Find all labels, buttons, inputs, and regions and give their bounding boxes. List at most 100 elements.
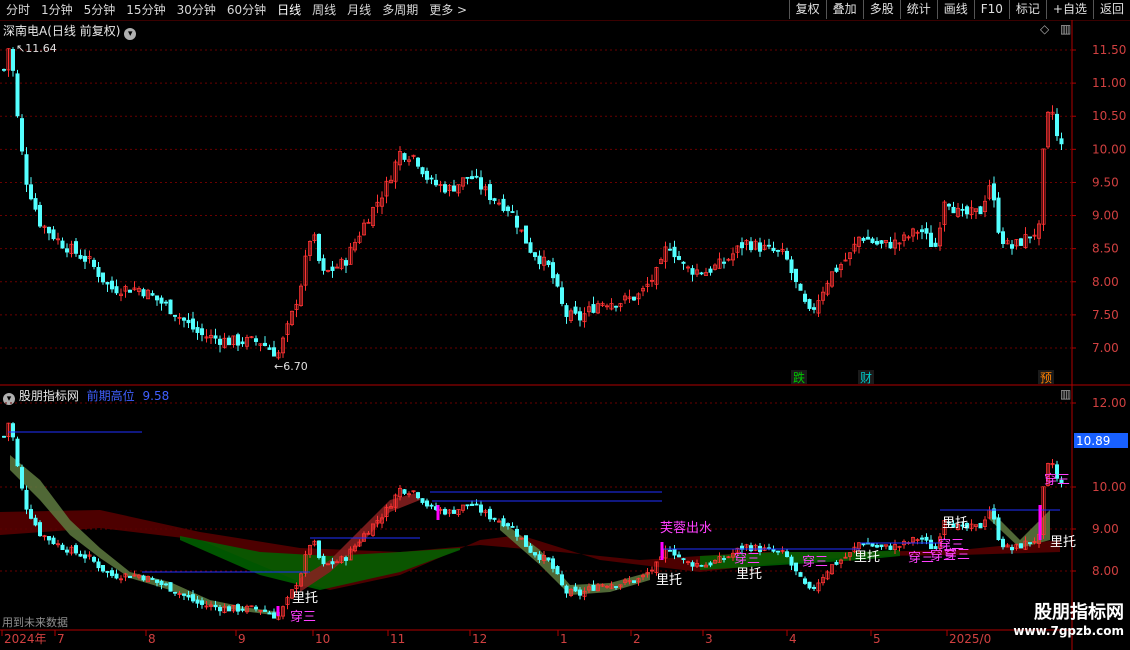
- price-candle: [951, 206, 956, 214]
- indicator-candle: [127, 575, 132, 579]
- price-candle: [591, 304, 596, 313]
- indicator-candle: [235, 604, 240, 612]
- indicator-candle: [429, 504, 434, 507]
- indicator-candle: [141, 575, 146, 581]
- indicator-candle: [330, 561, 335, 565]
- signal-label: 穿三: [290, 609, 316, 625]
- price-candle: [478, 177, 483, 190]
- price-candle: [195, 327, 200, 333]
- price-candle: [1001, 231, 1006, 245]
- price-candle: [10, 48, 15, 71]
- price-candle: [424, 170, 429, 180]
- indicator-candle: [226, 606, 231, 612]
- signal-label: 里托: [1050, 535, 1076, 550]
- price-candle: [555, 274, 560, 287]
- indicator-candle: [546, 557, 551, 561]
- price-candle: [776, 250, 781, 252]
- price-candle: [190, 318, 195, 330]
- indicator-candle: [38, 522, 43, 537]
- indicator-candle: [510, 526, 515, 528]
- future-data-note: 用到未来数据: [2, 615, 68, 629]
- indicator-candle: [749, 545, 754, 552]
- time-axis-label: 3: [705, 632, 713, 646]
- price-candle: [978, 206, 983, 215]
- indicator-candle: [262, 609, 267, 612]
- price-candle: [960, 208, 965, 211]
- price-candle: [114, 286, 119, 294]
- price-candle: [19, 118, 24, 152]
- price-candle: [267, 347, 272, 350]
- signal-label: 里托: [656, 573, 682, 588]
- indicator-candle: [834, 561, 839, 565]
- indicator-candle: [524, 535, 529, 547]
- indicator-candle: [803, 578, 808, 584]
- indicator-candle: [47, 536, 52, 541]
- time-axis-label: 1: [560, 632, 568, 646]
- price-candle: [551, 262, 556, 279]
- indicator-candle: [65, 549, 70, 553]
- indicator-candle: [172, 591, 177, 594]
- indicator-candle: [879, 544, 884, 548]
- event-label: 跌: [793, 370, 805, 385]
- indicator-candle: [515, 528, 520, 537]
- indicator-candle: [92, 556, 97, 562]
- price-candle: [573, 306, 578, 314]
- indicator-candle: [578, 589, 583, 596]
- indicator-candle: [474, 503, 479, 506]
- indicator-candle: [690, 562, 695, 567]
- chart-canvas[interactable]: 11.50 11.00 10.50 10.00 9.50 9.00 8.50 8.00 7.50…: [0, 0, 1130, 650]
- indicator-candle: [442, 508, 447, 515]
- price-candle: [677, 256, 682, 260]
- price-candle: [51, 229, 56, 240]
- price-candle: [451, 185, 456, 192]
- price-candle: [798, 283, 803, 291]
- price-candle: [501, 198, 506, 211]
- indicator-candle: [487, 508, 492, 520]
- time-axis-label: 4: [789, 632, 797, 646]
- price-candle: [699, 272, 704, 275]
- signal-label: 穿三: [938, 537, 964, 553]
- price-candle: [1028, 236, 1033, 239]
- signal-label: 穿三: [734, 551, 760, 567]
- indicator-candle: [492, 517, 497, 520]
- indicator-candle: [240, 608, 245, 611]
- price-candle: [65, 248, 70, 253]
- indicator-candle: [798, 572, 803, 577]
- indicator-candle: [114, 573, 119, 579]
- price-candle: [533, 252, 538, 257]
- indicator-candle: [28, 509, 33, 519]
- price-candle: [505, 206, 510, 212]
- price-candle: [96, 267, 101, 277]
- indicator-candle: [533, 552, 538, 556]
- signal-label: 里托: [736, 567, 762, 582]
- indicator-candle: [199, 600, 204, 605]
- price-candle: [487, 184, 492, 201]
- price-candle: [515, 215, 520, 228]
- price-candle: [578, 311, 583, 321]
- indicator-candle: [591, 584, 596, 591]
- price-candle: [110, 280, 115, 290]
- price-candle: [879, 240, 884, 244]
- price-candle: [965, 206, 970, 215]
- price-candle: [28, 184, 33, 200]
- price-candle: [834, 267, 839, 272]
- low-price-label: ←6.70: [274, 360, 308, 373]
- indicator-candle: [555, 566, 560, 575]
- price-candle: [47, 226, 52, 234]
- price-candle: [429, 177, 434, 180]
- follower-ribbon-1: [10, 455, 280, 616]
- signal-label: 芙蓉出水: [660, 521, 712, 536]
- price-candle: [150, 293, 155, 296]
- high-price-label: ↖11.64: [16, 42, 57, 55]
- price-tick-label: 8.50: [1092, 242, 1119, 256]
- indicator-candle: [181, 593, 186, 596]
- price-candle: [614, 305, 619, 308]
- indicator-candle: [537, 554, 542, 560]
- indicator-candle: [101, 564, 106, 572]
- price-candle: [537, 255, 542, 265]
- time-axis-label: 2024年: [4, 632, 47, 646]
- indicator-candle: [807, 581, 812, 589]
- price-candle: [262, 342, 267, 346]
- indicator-candle: [1028, 542, 1033, 544]
- indicator-candle: [316, 540, 321, 558]
